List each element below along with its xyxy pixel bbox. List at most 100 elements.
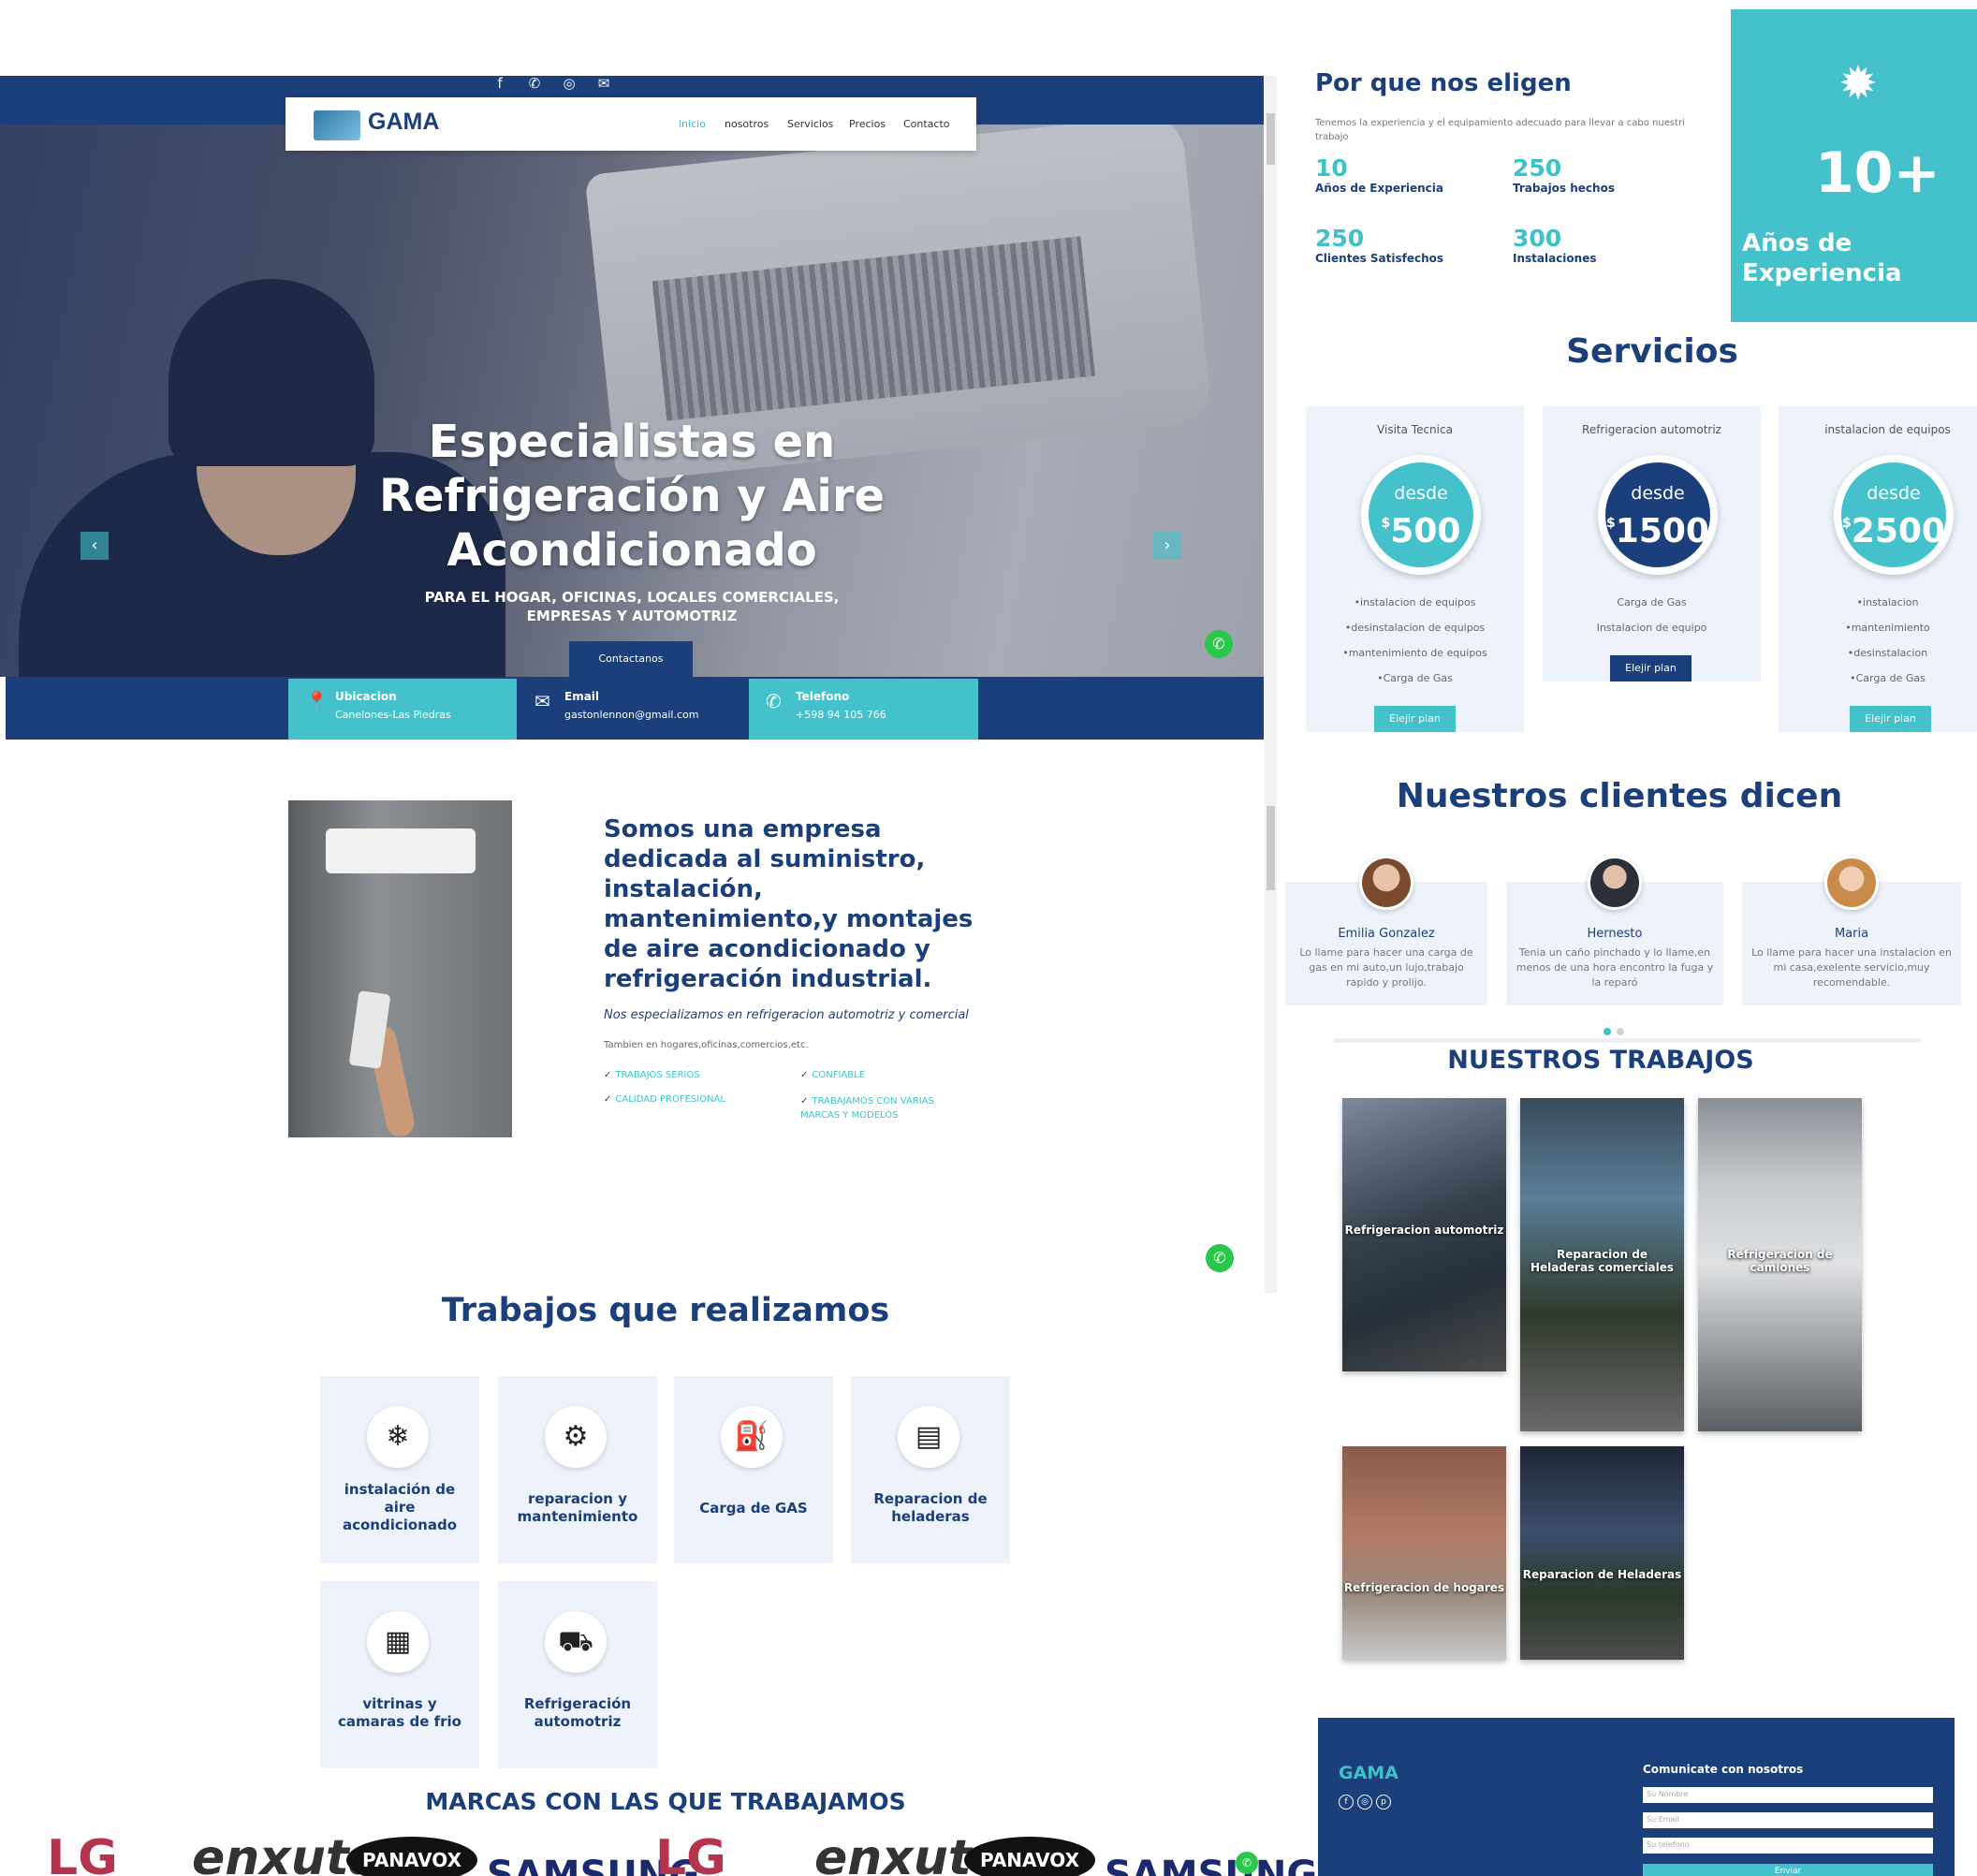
send-button[interactable]: Enviar [1643,1864,1933,1876]
work-photo[interactable]: Refrigeracion automotriz [1342,1098,1506,1371]
servicios-title: Servicios [1566,332,1738,371]
check-icon: ✓ [604,1070,612,1080]
truck-icon: ⛟ [545,1611,607,1673]
instagram-icon[interactable]: ◎ [1357,1795,1372,1810]
info-email: ✉ Email gastonlennon@gmail.com [518,679,748,740]
info-location: 📍 Ubicacion Canelones-Las Piedras [288,679,517,740]
brand-logo-panavox: PANAVOX [346,1837,477,1876]
slider-prev-icon[interactable]: ‹ [81,532,109,560]
choose-plan-button[interactable]: Elejir plan [1850,706,1931,732]
porque-title: Por que nos eligen [1315,69,1572,97]
facebook-icon[interactable]: f [1339,1795,1354,1810]
email-input[interactable]: Su Email [1643,1812,1933,1828]
check-icon: ✓ [800,1070,809,1080]
service-card[interactable]: ▦ vitrinas y camaras de frio [320,1581,479,1768]
carousel-dot[interactable] [1617,1028,1624,1035]
hero-slider: Especialistas en Refrigeración y Aire Ac… [0,125,1264,677]
carousel-dot[interactable] [1604,1028,1611,1035]
slider-next-icon[interactable]: › [1153,532,1181,560]
service-card[interactable]: ❄ instalación de aire acondicionado [320,1376,479,1563]
nav-inicio[interactable]: inicio [679,118,706,130]
gas-cylinder-icon: ⛽ [721,1406,783,1468]
experience-badge: ✹ 10+ Años de Experiencia [1731,9,1977,322]
name-input[interactable]: Su Nombre [1643,1787,1933,1803]
choose-plan-button[interactable]: Elejir plan [1374,706,1456,732]
nav-precios[interactable]: Precios [849,118,886,130]
whatsapp-float-icon[interactable]: ✆ [1236,1852,1258,1874]
work-photo[interactable]: Refrigeracion de camiones [1698,1098,1862,1431]
facebook-icon[interactable]: f [490,73,510,94]
price-circle: desde $2500 [1834,455,1954,575]
service-card[interactable]: ⛽ Carga de GAS [674,1376,833,1563]
brand-logo-lg: LG [655,1830,726,1876]
whatsapp-float-icon[interactable]: ✆ [1206,1244,1234,1272]
info-email-title: Email [564,690,600,703]
check-icon: ✓ [604,1094,612,1105]
nav-servicios[interactable]: Servicios [787,118,833,130]
plan-card: Refrigeracion automotriz desde $1500 Carg… [1543,406,1761,682]
clientes-title: Nuestros clientes dicen [1396,777,1843,815]
info-location-value: Canelones-Las Piedras [335,709,451,721]
about-title: Somos una empresa dedicada al suministro… [604,815,974,993]
about-subtitle: Nos especializamos en refrigeracion auto… [604,1008,969,1022]
plan-card: Visita Tecnica desde $500 •instalacion de… [1306,406,1524,732]
nav-contacto[interactable]: Contacto [903,118,950,130]
brand-logo-samsung: SAMSUNG [1105,1854,1318,1876]
check-icon: ✓ [800,1096,809,1107]
price-circle: desde $500 [1361,455,1481,575]
gear-icon: ✹ [1838,56,1878,110]
nav-nosotros[interactable]: nosotros [725,118,769,130]
info-location-title: Ubicacion [335,690,397,703]
info-phone-value[interactable]: +598 94 105 766 [796,709,978,721]
work-photo[interactable]: Refrigeracion de hogares [1342,1446,1506,1660]
check-item: ✓ CONFIABLE [800,1070,866,1080]
marcas-title: MARCAS CON LAS QUE TRABAJAMOS [425,1788,906,1815]
service-card[interactable]: ⛟ Refrigeración automotriz [498,1581,657,1768]
avatar [1359,856,1413,910]
plan-card: instalacion de equipos desde $2500 •insta… [1779,406,1977,732]
info-email-value[interactable]: gastonlennon@gmail.com [564,709,748,721]
check-item: ✓ TRABAJOS SERIOS [604,1070,700,1080]
work-photo[interactable]: Reparacion de Heladeras comerciales [1520,1098,1684,1431]
service-card[interactable]: ▤ Reparacion de heladeras [851,1376,1010,1563]
check-item: ✓ CALIDAD PROFESIONAL [604,1094,725,1105]
logo-text[interactable]: GAMA [368,109,439,136]
about-image [288,800,512,1139]
display-fridge-icon: ▦ [367,1611,429,1673]
logo-icon[interactable] [314,110,360,140]
hero-subtitle: PARA EL HOGAR, OFICINAS, LOCALES COMERCI… [424,589,840,624]
avatar [1824,856,1879,910]
check-item: ✓ TRABAJAMOS CON VARIAS MARCAS Y MODELOS [800,1096,934,1121]
phone-input[interactable]: Su telefono [1643,1838,1933,1854]
info-phone-title: Telefono [796,690,850,703]
footer-logo[interactable]: GAMA [1339,1763,1399,1783]
info-phone: ✆ Telefono +598 94 105 766 [749,679,978,740]
brand-logo-panavox: PANAVOX [964,1837,1095,1876]
stat: 10 Años de Experiencia [1315,154,1444,195]
instagram-icon[interactable]: ◎ [559,73,579,94]
work-photo[interactable]: Reparacion de Heladeras [1520,1446,1684,1660]
stat: 250 Clientes Satisfechos [1315,225,1444,265]
footer: GAMA f ◎ p Comunicate con nosotros Su No… [1318,1718,1955,1876]
choose-plan-button[interactable]: Elejir plan [1610,655,1691,682]
testimonial-card: Maria Lo llame para hacer una instalacio… [1742,856,1961,1005]
contact-button[interactable]: Contactanos [569,641,693,677]
avatar [1588,856,1642,910]
fridge-icon: ▤ [898,1406,959,1468]
stat: 250 Trabajos hechos [1513,154,1615,195]
navbar: GAMA inicio nosotros Servicios Precios C… [286,97,976,151]
divider [1334,1038,1921,1043]
location-pin-icon: 📍 [305,690,329,712]
whatsapp-float-icon[interactable]: ✆ [1205,630,1233,658]
whatsapp-icon[interactable]: ✆ [524,73,545,94]
air-conditioner-icon: ❄ [367,1406,429,1468]
scrollbar[interactable] [1265,76,1277,1293]
brand-logo-lg: LG [47,1830,118,1876]
about-text: Tambien en hogares,oficinas,comercios,et… [604,1040,809,1050]
service-card[interactable]: ⚙ reparacion y mantenimiento [498,1376,657,1563]
pinterest-icon[interactable]: p [1376,1795,1391,1810]
email-icon[interactable]: ✉ [593,73,614,94]
nuestros-trabajos-title: NUESTROS TRABAJOS [1447,1046,1754,1075]
porque-text: Tenemos la experiencia y el equipamiento… [1315,118,1685,142]
hero-title: Especialistas en Refrigeración y Aire Ac… [378,416,886,577]
